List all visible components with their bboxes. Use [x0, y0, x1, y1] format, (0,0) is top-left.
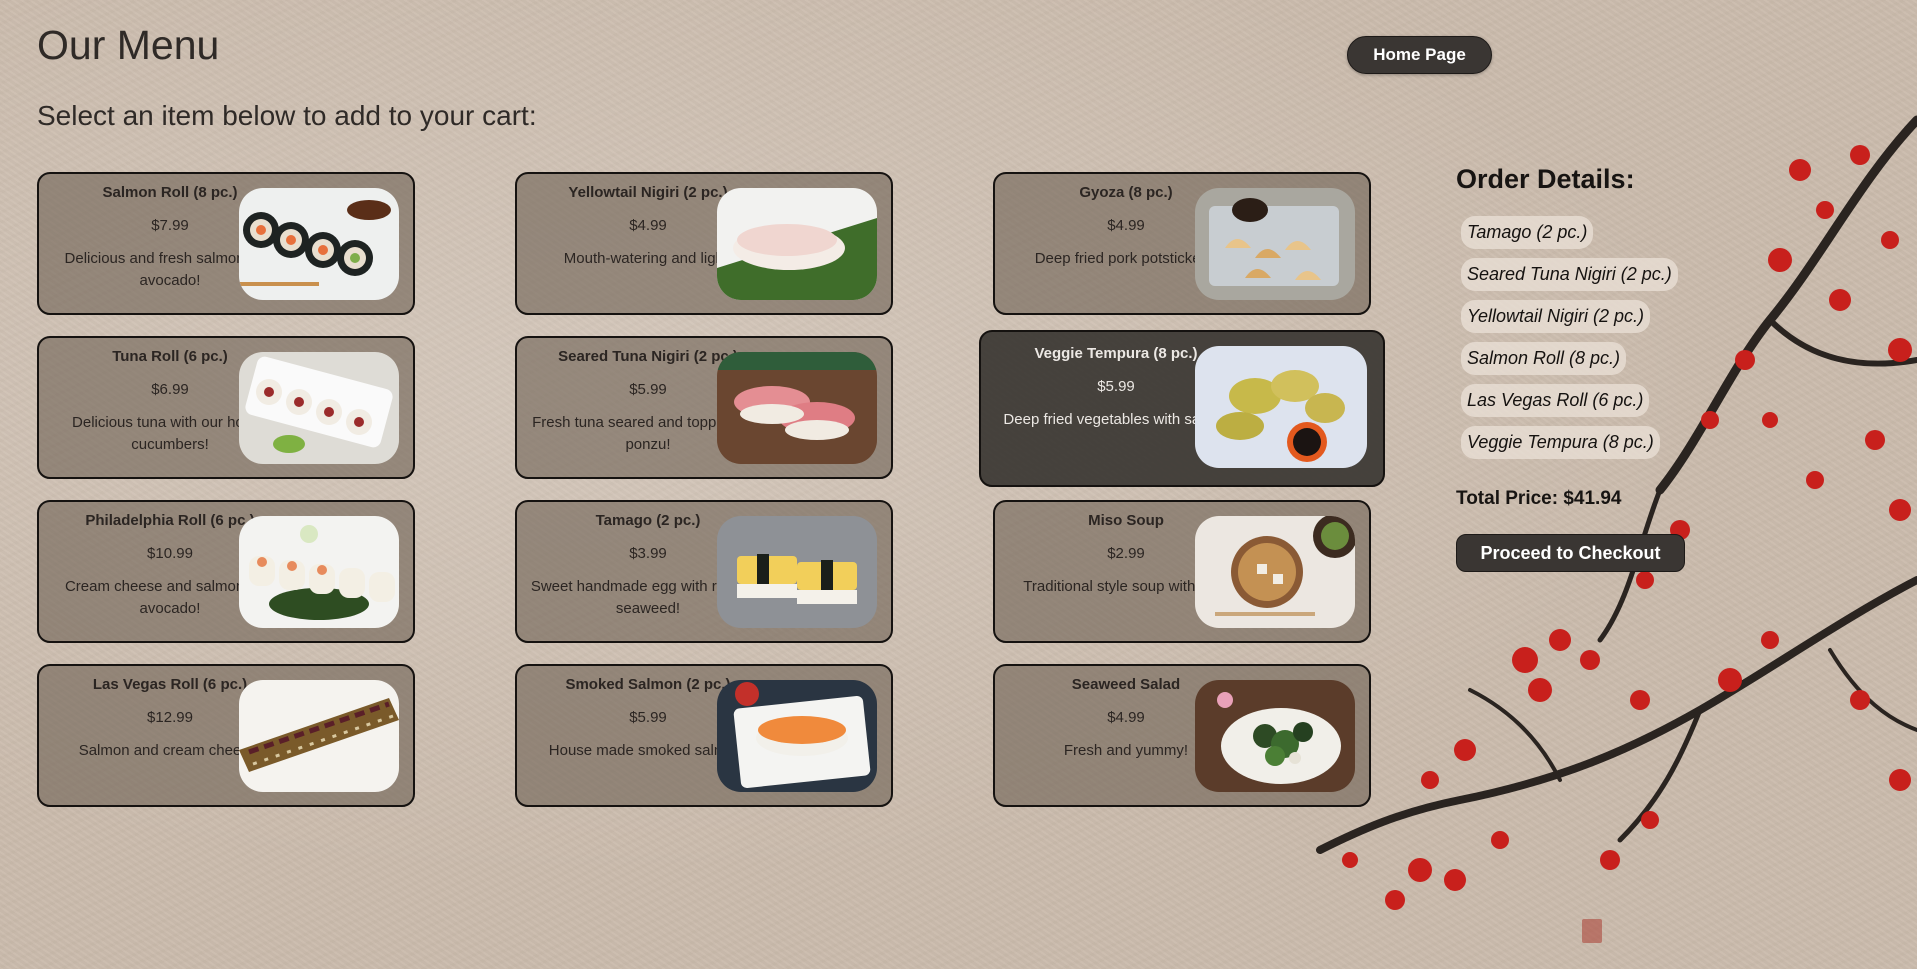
order-details-title: Order Details:	[1456, 164, 1635, 194]
order-item-row: Salmon Roll (8 pc.)	[1461, 342, 1678, 384]
order-item[interactable]: Yellowtail Nigiri (2 pc.)	[1461, 300, 1651, 333]
total-price: Total Price: $41.94	[1456, 488, 1622, 509]
order-item[interactable]: Seared Tuna Nigiri (2 pc.)	[1461, 258, 1678, 291]
menu-item-card[interactable]: Seared Tuna Nigiri (2 pc.) $5.99 Fresh t…	[515, 336, 893, 479]
menu-item-card[interactable]: Tuna Roll (6 pc.) $6.99 Delicious tuna w…	[37, 336, 415, 479]
miso-soup-image	[1195, 516, 1355, 628]
order-item-row: Yellowtail Nigiri (2 pc.)	[1461, 300, 1678, 342]
gyoza-image	[1195, 188, 1355, 300]
salmon-roll-image	[239, 188, 399, 300]
menu-item-card[interactable]: Las Vegas Roll (6 pc.) $12.99 Salmon and…	[37, 664, 415, 807]
menu-item-card[interactable]: Salmon Roll (8 pc.) $7.99 Delicious and …	[37, 172, 415, 315]
menu-item-card[interactable]: Tamago (2 pc.) $3.99 Sweet handmade egg …	[515, 500, 893, 643]
seared-tuna-image	[717, 352, 877, 464]
menu-item-card-hovered[interactable]: Veggie Tempura (8 pc.) $5.99 Deep fried …	[979, 330, 1385, 487]
menu-item-card[interactable]: Yellowtail Nigiri (2 pc.) $4.99 Mouth-wa…	[515, 172, 893, 315]
proceed-to-checkout-button[interactable]: Proceed to Checkout	[1456, 534, 1685, 572]
order-item[interactable]: Tamago (2 pc.)	[1461, 216, 1594, 249]
menu-item-card[interactable]: Miso Soup $2.99 Traditional style soup w…	[993, 500, 1371, 643]
order-item[interactable]: Las Vegas Roll (6 pc.)	[1461, 384, 1650, 417]
order-item-row: Veggie Tempura (8 pc.)	[1461, 426, 1678, 468]
order-item-row: Seared Tuna Nigiri (2 pc.)	[1461, 258, 1678, 300]
order-item[interactable]: Salmon Roll (8 pc.)	[1461, 342, 1627, 375]
tamago-image	[717, 516, 877, 628]
tuna-roll-image	[239, 352, 399, 464]
menu-item-card[interactable]: Seaweed Salad $4.99 Fresh and yummy!	[993, 664, 1371, 807]
order-item-row: Tamago (2 pc.)	[1461, 216, 1678, 258]
artist-seal	[1582, 919, 1602, 943]
menu-item-card[interactable]: Philadelphia Roll (6 pc.) $10.99 Cream c…	[37, 500, 415, 643]
cherry-blossom-decoration	[1316, 115, 1917, 910]
menu-item-card[interactable]: Smoked Salmon (2 pc.) $5.99 House made s…	[515, 664, 893, 807]
yellowtail-nigiri-image	[717, 188, 877, 300]
menu-instructions: Select an item below to add to your cart…	[37, 100, 537, 131]
las-vegas-roll-image	[239, 680, 399, 792]
order-item[interactable]: Veggie Tempura (8 pc.)	[1461, 426, 1660, 459]
veggie-tempura-image	[1195, 346, 1367, 468]
seaweed-salad-image	[1195, 680, 1355, 792]
order-item-row: Las Vegas Roll (6 pc.)	[1461, 384, 1678, 426]
order-items-list: Tamago (2 pc.) Seared Tuna Nigiri (2 pc.…	[1461, 216, 1678, 468]
menu-item-card[interactable]: Gyoza (8 pc.) $4.99 Deep fried pork pots…	[993, 172, 1371, 315]
smoked-salmon-image	[717, 680, 877, 792]
page-title: Our Menu	[37, 22, 220, 68]
philadelphia-roll-image	[239, 516, 399, 628]
